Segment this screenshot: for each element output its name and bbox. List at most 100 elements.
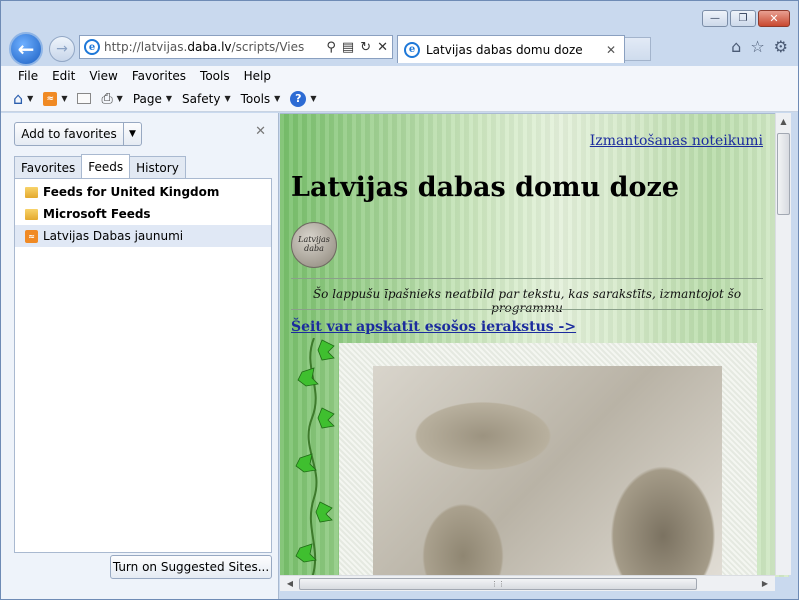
fossil-photo: [373, 366, 722, 577]
disclaimer-text: Šo lappušu īpašnieks neatbild par tekstu…: [312, 287, 742, 315]
gear-icon[interactable]: ⚙: [774, 37, 788, 56]
close-pane-icon[interactable]: ✕: [255, 124, 266, 139]
browser-window: — ❐ ✕ ← → e http://latvijas.daba.lv/scri…: [0, 0, 799, 600]
chevron-down-icon: ▼: [165, 94, 173, 103]
scroll-thumb[interactable]: [777, 133, 790, 215]
forward-button[interactable]: →: [49, 36, 75, 62]
ie-logo-icon: e: [84, 39, 100, 55]
folder-icon: [25, 208, 38, 220]
print-icon: ⎙: [101, 90, 113, 107]
tab-ie-icon: e: [404, 41, 420, 58]
add-to-favorites-button[interactable]: Add to favorites ▼: [14, 122, 142, 146]
command-bar: ⌂ ▼ ≈ ▼ ⎙ ▼ Page ▼ Safety ▼ Tools ▼ ? ▼: [1, 86, 798, 112]
menu-edit[interactable]: Edit: [45, 69, 82, 83]
terms-link[interactable]: Izmantošanas noteikumi: [590, 133, 763, 149]
site-logo: Latvijas daba: [291, 222, 337, 268]
print-command[interactable]: ⎙ ▼: [101, 91, 122, 107]
restore-button[interactable]: ❐: [730, 10, 756, 27]
menu-help[interactable]: Help: [237, 69, 278, 83]
chevron-down-icon: ▼: [310, 94, 317, 103]
help-icon: ?: [290, 90, 307, 107]
add-to-favorites-label: Add to favorites: [21, 127, 117, 141]
close-window-button[interactable]: ✕: [758, 10, 790, 27]
page-menu-label: Page: [132, 91, 162, 106]
scroll-up-icon[interactable]: ▲: [776, 113, 791, 129]
help-command[interactable]: ? ▼: [290, 90, 317, 107]
safety-menu[interactable]: Safety ▼: [182, 92, 231, 106]
browser-right-icons: ⌂ ☆ ⚙: [731, 37, 788, 56]
suggested-sites-button[interactable]: Turn on Suggested Sites...: [110, 555, 272, 579]
window-caption-buttons: — ❐ ✕: [702, 10, 790, 27]
tab-favorites[interactable]: Favorites: [14, 156, 83, 178]
restore-icon: ❐: [738, 12, 748, 24]
chevron-down-icon[interactable]: ▼: [123, 123, 141, 145]
ivy-decoration: [295, 338, 335, 577]
rss-icon: ≈: [43, 91, 58, 106]
refresh-icon[interactable]: ↻: [360, 40, 371, 55]
home-icon[interactable]: ⌂: [731, 37, 741, 56]
logo-text-bottom: daba: [304, 244, 324, 253]
divider: [291, 309, 763, 310]
scroll-right-icon[interactable]: ▶: [757, 576, 773, 591]
feed-item-label: Feeds for United Kingdom: [43, 185, 220, 199]
list-item[interactable]: Feeds for United Kingdom: [15, 181, 271, 203]
mail-command[interactable]: [77, 93, 92, 104]
status-strip: [280, 591, 792, 599]
list-item[interactable]: Microsoft Feeds: [15, 203, 271, 225]
tools-menu[interactable]: Tools ▼: [241, 92, 281, 106]
feed-item-label: Latvijas Dabas jaunumi: [43, 229, 184, 243]
back-arrow-icon: ←: [17, 37, 35, 61]
folder-icon: [25, 186, 38, 198]
page-viewport: Izmantošanas noteikumi Latvijas dabas do…: [280, 113, 789, 577]
menu-favorites[interactable]: Favorites: [125, 69, 193, 83]
pane-tabs: Favorites Feeds History: [14, 154, 186, 178]
entries-link[interactable]: Šeit var apskatīt esošos ierakstus ->: [291, 319, 576, 335]
chevron-down-icon: ▼: [61, 94, 68, 103]
feed-list: Feeds for United Kingdom Microsoft Feeds…: [14, 178, 272, 553]
home-cmd-icon: ⌂: [13, 89, 24, 108]
page-menu[interactable]: Page ▼: [133, 92, 172, 106]
address-prefix: http://latvijas.: [104, 40, 188, 54]
close-icon: ✕: [769, 12, 779, 25]
menu-tools[interactable]: Tools: [193, 69, 237, 83]
feeds-command[interactable]: ≈ ▼: [43, 91, 68, 106]
minimize-button[interactable]: —: [702, 10, 728, 27]
chevron-down-icon: ▼: [274, 94, 281, 103]
vertical-scrollbar[interactable]: ▲: [775, 113, 791, 575]
rss-icon: ≈: [25, 229, 38, 243]
minimize-icon: —: [710, 12, 720, 24]
search-icon[interactable]: ⚲: [326, 40, 336, 55]
menu-bar: File Edit View Favorites Tools Help: [1, 66, 798, 86]
browser-tab[interactable]: e Latvijas dabas domu doze ✕: [397, 35, 625, 63]
stop-icon[interactable]: ✕: [377, 40, 388, 55]
address-bar[interactable]: e http://latvijas.daba.lv/scripts/ViesuG…: [79, 35, 393, 59]
home-command[interactable]: ⌂ ▼: [13, 89, 33, 108]
compatibility-icon[interactable]: ▤: [342, 40, 354, 55]
horizontal-scrollbar[interactable]: ◀ ⋮⋮ ▶: [280, 575, 775, 591]
chevron-down-icon: ▼: [224, 94, 231, 103]
tab-history[interactable]: History: [129, 156, 186, 178]
forward-arrow-icon: →: [56, 41, 68, 57]
tools-menu-label: Tools: [240, 91, 271, 106]
feed-item-label: Microsoft Feeds: [43, 207, 151, 221]
divider: [291, 278, 763, 279]
address-tools: ⚲ ▤ ↻ ✕: [326, 40, 392, 55]
address-domain: daba.lv: [187, 40, 232, 54]
safety-menu-label: Safety: [182, 91, 221, 106]
menu-view[interactable]: View: [82, 69, 124, 83]
new-tab-button[interactable]: [625, 37, 651, 61]
address-suffix: /scripts/ViesuGra: [231, 40, 304, 54]
address-url[interactable]: http://latvijas.daba.lv/scripts/ViesuGra: [104, 40, 304, 54]
tab-close-icon[interactable]: ✕: [606, 43, 616, 57]
tab-title: Latvijas dabas domu doze: [426, 42, 583, 57]
back-button[interactable]: ←: [9, 32, 43, 66]
menu-file[interactable]: File: [11, 69, 45, 83]
star-icon[interactable]: ☆: [750, 37, 764, 56]
list-item[interactable]: ≈ Latvijas Dabas jaunumi: [15, 225, 271, 247]
navigation-bar: ← → e http://latvijas.daba.lv/scripts/Vi…: [1, 30, 799, 66]
scroll-thumb-horizontal[interactable]: ⋮⋮: [299, 578, 697, 590]
scroll-left-icon[interactable]: ◀: [282, 576, 298, 591]
chevron-down-icon: ▼: [27, 94, 34, 103]
tab-feeds[interactable]: Feeds: [81, 154, 131, 178]
mail-icon: [77, 93, 92, 104]
